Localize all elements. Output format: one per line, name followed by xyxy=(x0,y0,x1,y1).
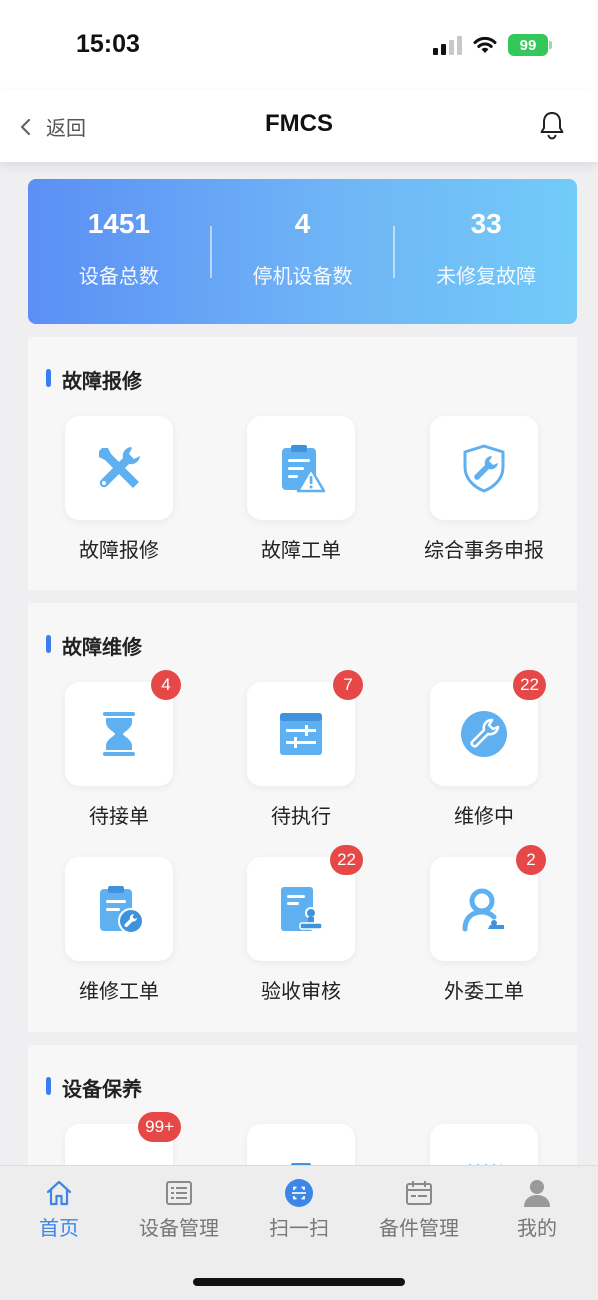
tile-label: 故障报修 xyxy=(79,538,159,562)
shield-wrench-icon xyxy=(463,444,505,493)
stat-value: 4 xyxy=(294,208,311,239)
count-badge: 7 xyxy=(333,670,363,700)
tab-label: 备件管理 xyxy=(379,1216,459,1240)
tab-label: 我的 xyxy=(517,1216,557,1240)
count-badge: 99+ xyxy=(138,1112,181,1142)
tile-label: 待接单 xyxy=(89,804,149,828)
hourglass-icon xyxy=(103,712,135,756)
tab-label: 首页 xyxy=(39,1216,79,1240)
tab-device-management[interactable]: 设备管理 xyxy=(124,1178,234,1241)
sliders-icon xyxy=(280,713,322,755)
tile-fault-order[interactable]: 故障工单 xyxy=(247,416,355,563)
count-badge: 4 xyxy=(151,670,181,700)
section-title: 故障维修 xyxy=(46,631,142,660)
status-icons: 99 xyxy=(433,33,552,57)
battery-level: 99 xyxy=(519,36,537,54)
tab-label: 扫一扫 xyxy=(269,1216,329,1240)
tile-fault-report[interactable]: 故障报修 xyxy=(65,416,173,563)
tile-label: 维修中 xyxy=(454,804,514,828)
battery-indicator: 99 xyxy=(508,34,552,56)
tile-in-repair[interactable]: 22 维修中 xyxy=(430,670,546,829)
wrench-circle-icon xyxy=(461,711,507,757)
tile-acceptance-review[interactable]: 22 验收审核 xyxy=(247,845,363,1004)
calendar-icon xyxy=(406,1181,432,1205)
wifi-icon xyxy=(473,36,497,53)
user-icon xyxy=(524,1180,550,1207)
tile-label: 验收审核 xyxy=(261,979,341,1003)
stats-banner: 1451 设备总数 4 停机设备数 33 未修复故障 xyxy=(28,179,577,324)
home-indicator xyxy=(193,1278,405,1286)
tools-icon xyxy=(99,447,140,488)
stat-value: 1451 xyxy=(87,208,150,239)
stat-total-devices[interactable]: 1451 设备总数 xyxy=(28,208,210,289)
nav-header: 返回 FMCS xyxy=(0,90,598,162)
tile-label: 故障工单 xyxy=(261,538,341,562)
count-badge: 2 xyxy=(516,845,546,875)
stat-unrepaired-faults[interactable]: 33 未修复故障 xyxy=(395,208,577,289)
page-title: FMCS xyxy=(265,110,333,137)
home-icon xyxy=(46,1180,72,1206)
clipboard-gear-icon xyxy=(100,886,144,934)
tile-label: 维修工单 xyxy=(79,979,159,1003)
section-fault-repair: 故障维修 4 待接单 7 待执行 22 维修中 维修工单 22 验收审核 2 外… xyxy=(28,603,577,1032)
tile-repair-order[interactable]: 维修工单 xyxy=(65,857,173,1004)
tile-general-affairs[interactable]: 综合事务申报 xyxy=(424,416,544,563)
section-fault-report: 故障报修 故障报修 故障工单 综合事务申报 xyxy=(28,337,577,590)
stamp-document-icon xyxy=(281,887,323,931)
list-icon xyxy=(166,1181,192,1205)
section-title: 设备保养 xyxy=(46,1073,142,1102)
scan-icon xyxy=(285,1179,313,1207)
status-bar: 15:03 99 xyxy=(0,0,598,90)
cellular-signal-icon xyxy=(433,35,462,55)
count-badge: 22 xyxy=(513,670,546,700)
tab-label: 设备管理 xyxy=(139,1216,219,1240)
stat-stopped-devices[interactable]: 4 停机设备数 xyxy=(212,208,394,289)
warning-clipboard-icon xyxy=(282,445,326,493)
tab-scan[interactable]: 扫一扫 xyxy=(244,1178,354,1241)
tile-label: 综合事务申报 xyxy=(424,538,544,562)
count-badge: 22 xyxy=(330,845,363,875)
tile-label: 待执行 xyxy=(271,804,331,828)
tab-mine[interactable]: 我的 xyxy=(482,1178,592,1241)
section-title: 故障报修 xyxy=(46,365,142,394)
tile-pending-execute[interactable]: 7 待执行 xyxy=(247,670,363,829)
tab-spare-parts[interactable]: 备件管理 xyxy=(364,1178,474,1241)
bell-icon[interactable] xyxy=(538,110,566,140)
tile-outsource-order[interactable]: 2 外委工单 xyxy=(430,845,546,1004)
stat-label: 设备总数 xyxy=(78,264,159,288)
tab-home[interactable]: 首页 xyxy=(4,1178,114,1241)
status-time: 15:03 xyxy=(76,30,140,58)
tile-label: 外委工单 xyxy=(444,979,524,1003)
tile-pending-accept[interactable]: 4 待接单 xyxy=(65,670,181,829)
stat-value: 33 xyxy=(470,208,502,239)
stat-label: 停机设备数 xyxy=(252,264,353,288)
stat-label: 未修复故障 xyxy=(436,264,537,288)
person-icon xyxy=(462,888,504,932)
